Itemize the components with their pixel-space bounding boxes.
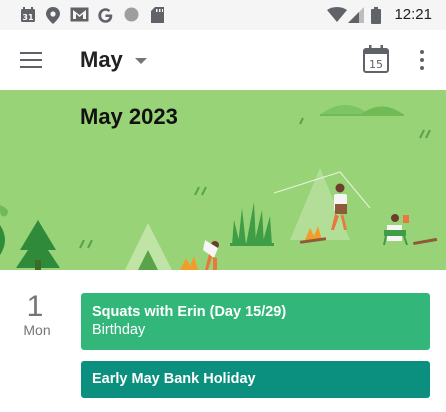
more-vert-icon[interactable]	[410, 46, 434, 74]
month-title: May	[80, 47, 123, 72]
today-calendar-icon[interactable]: 15	[362, 43, 390, 75]
wifi-icon	[327, 7, 347, 22]
circle-notification-icon	[124, 7, 139, 22]
dropdown-caret-icon	[134, 58, 147, 64]
google-icon	[98, 8, 113, 23]
status-bar: 31 12:21	[0, 0, 446, 30]
day-name: Mon	[23, 322, 51, 338]
gmail-icon	[70, 7, 89, 22]
app-bar: May 15	[0, 30, 446, 90]
day-number: 1	[26, 290, 44, 323]
month-banner-title: May 2023	[80, 104, 178, 129]
month-banner: May 2023	[0, 90, 446, 270]
month-illustration	[0, 105, 438, 270]
event-card-bank-holiday[interactable]: Early May Bank Holiday	[81, 361, 430, 398]
cellular-signal-icon	[348, 7, 364, 23]
menu-icon[interactable]	[14, 44, 48, 76]
svg-text:31: 31	[22, 13, 34, 22]
event-subtitle: Birthday	[92, 322, 146, 338]
event-title: Squats with Erin (Day 15/29)	[92, 304, 287, 320]
month-selector[interactable]: May	[80, 44, 147, 76]
sd-card-icon	[151, 7, 164, 23]
today-date: 15	[369, 58, 383, 71]
location-icon	[46, 7, 60, 24]
calendar-notification-icon: 31	[21, 7, 35, 22]
event-card-squats[interactable]: Squats with Erin (Day 15/29) Birthday	[81, 293, 430, 350]
event-title: Early May Bank Holiday	[92, 371, 256, 387]
battery-icon	[371, 7, 381, 24]
status-time: 12:21	[394, 6, 432, 23]
